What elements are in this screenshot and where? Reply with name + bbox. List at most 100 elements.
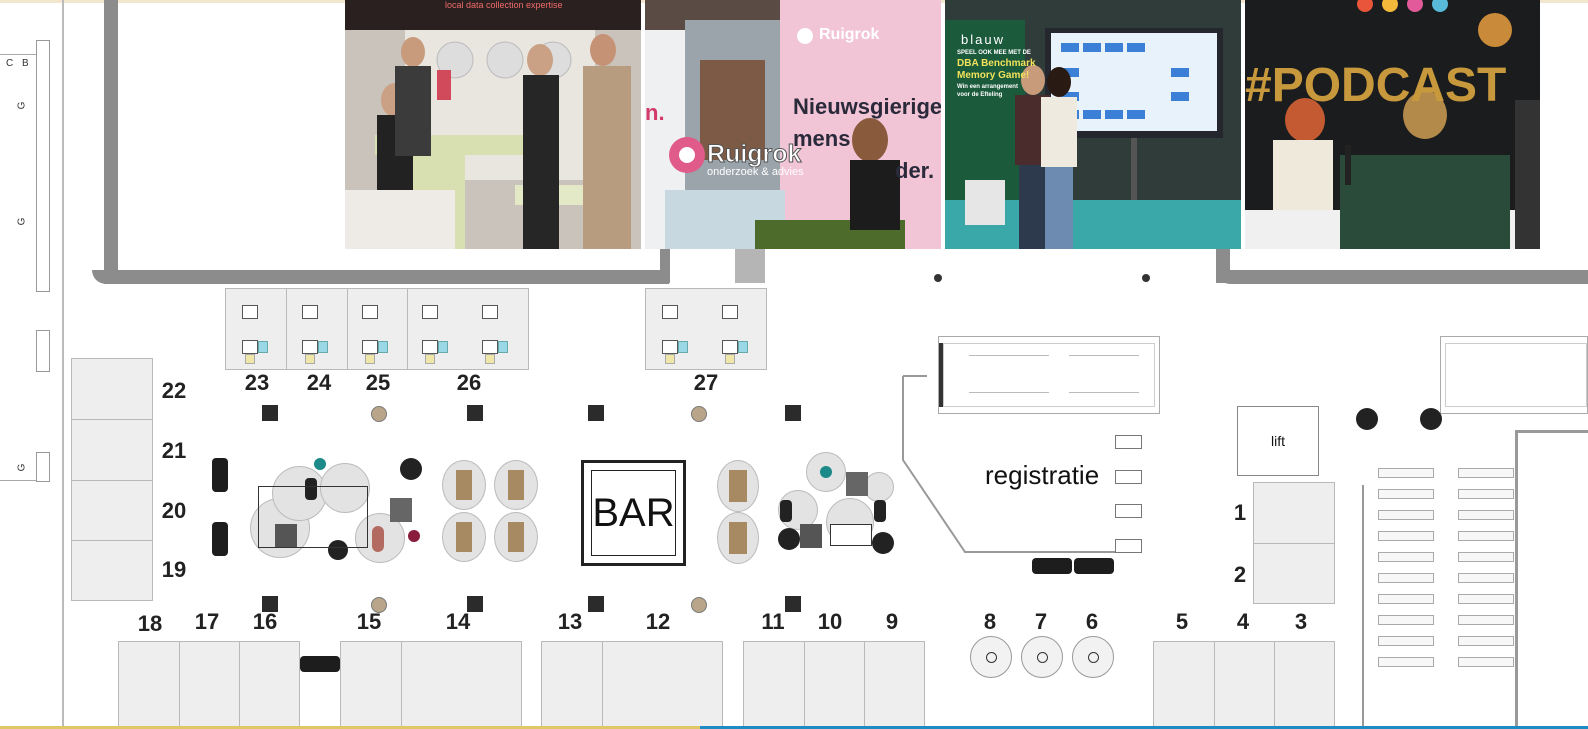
registration-counter: [1115, 470, 1142, 484]
booth-number: 1: [1233, 500, 1247, 525]
booth-block-27: [645, 288, 767, 370]
booth-table: [722, 340, 738, 354]
wall-dot: [934, 274, 942, 282]
seat-row: [1378, 468, 1434, 478]
pillar: [785, 405, 801, 421]
table-number: 7: [1034, 609, 1048, 634]
table-number: 6: [1085, 609, 1099, 634]
booth-table: [662, 340, 678, 354]
seat-row: [1458, 573, 1514, 583]
booth-chair: [725, 354, 735, 364]
booth-block-23-26: [225, 288, 529, 370]
booth-block-9-11: [743, 641, 925, 729]
booth-chair: [485, 354, 495, 364]
seat-row: [1378, 594, 1434, 604]
booth-number: 17: [194, 609, 220, 634]
photo-1-caption: local data collection expertise: [445, 0, 563, 10]
booth-desk: [722, 305, 738, 319]
booth-chair: [738, 341, 748, 353]
booth-number: 21: [161, 438, 187, 463]
booth-number: 20: [161, 498, 187, 523]
photo-2-wall-text-1: Nieuwsgierige: [793, 94, 941, 119]
booth-desk: [362, 305, 378, 319]
side-letter: C: [6, 58, 14, 69]
bar-label: BAR: [591, 470, 676, 556]
booth-chair: [438, 341, 448, 353]
booth-number: 4: [1236, 609, 1250, 634]
side-strip: C B G G G: [0, 0, 60, 490]
booth-block-16-18: [118, 641, 300, 729]
lounge-tables-left: [442, 460, 538, 562]
photo-stand-4: #PODCAST: [1245, 0, 1540, 249]
pillar: [262, 405, 278, 421]
wall-right-vertical: [1362, 485, 1364, 729]
booth-chair: [498, 341, 508, 353]
registration-bench: [1074, 558, 1114, 574]
booth-table: [482, 340, 498, 354]
booth-table: [302, 340, 318, 354]
round-pillar: [691, 406, 707, 422]
high-table: [970, 636, 1012, 678]
seat-row: [1458, 552, 1514, 562]
high-table: [1021, 636, 1063, 678]
seat-row: [1458, 594, 1514, 604]
booth-block-14-15: [340, 641, 522, 729]
seat-row: [1458, 468, 1514, 478]
side-letter: G: [16, 101, 28, 110]
booth-block-12-13: [541, 641, 723, 729]
photo-3-game-line-2: DBA Benchmark: [957, 58, 1036, 69]
photo-4-hashtag: #PODCAST: [1245, 59, 1507, 112]
seat-row: [1378, 552, 1434, 562]
photo-stand-2-image: [645, 0, 941, 249]
booth-number: 15: [356, 609, 382, 634]
seat-row: [1458, 510, 1514, 520]
table-number: 8: [983, 609, 997, 634]
photo-stand-2: n. Ruigrok Nieuwsgierige mens der. Ruigr…: [645, 0, 941, 249]
booth-number: 10: [817, 609, 843, 634]
wall-left-vertical: [62, 0, 64, 729]
seat-row: [1378, 573, 1434, 583]
booth-number: 22: [161, 378, 187, 403]
booth-chair: [665, 354, 675, 364]
wall-top-left: [92, 270, 669, 284]
booth-number: 18: [137, 611, 163, 636]
registration-bench: [1032, 558, 1072, 574]
seat-row: [1378, 510, 1434, 520]
photo-2-brand-banner: Ruigrok: [819, 26, 880, 43]
plant: [1420, 408, 1442, 430]
booth-number: 12: [645, 609, 671, 634]
photo-stand-1: local data collection expertise: [345, 0, 641, 249]
bar: BAR: [581, 460, 686, 566]
booth-number: 19: [161, 557, 187, 582]
photo-2-wall-text-2: mens: [793, 126, 851, 151]
round-pillar: [691, 597, 707, 613]
pillar: [467, 405, 483, 421]
seat-row: [1378, 615, 1434, 625]
lounge-area-left: [250, 458, 425, 563]
booth-number: 11: [761, 609, 785, 634]
photo-3-game-line-4: Win een arrangement: [957, 84, 1018, 90]
seat-row: [1378, 489, 1434, 499]
lounge-area-right: [778, 452, 898, 562]
photo-2-wall-text-3: der.: [895, 158, 935, 183]
wall-top-mid: [660, 249, 670, 283]
booth-number: 27: [693, 370, 719, 395]
bench: [212, 522, 228, 556]
lift: lift: [1237, 406, 1319, 476]
registration-counter: [1115, 435, 1142, 449]
registration-counter: [1115, 539, 1142, 553]
photo-3-game-line-3: Memory Game!: [957, 70, 1030, 81]
pillar: [588, 405, 604, 421]
booth-number: 24: [306, 370, 332, 395]
wall-right-room-top: [1515, 430, 1588, 433]
registration-label: registratie: [985, 460, 1100, 490]
seat-row: [1458, 531, 1514, 541]
booth-desk: [242, 305, 258, 319]
booth-desk: [662, 305, 678, 319]
round-pillar: [371, 406, 387, 422]
booth-chair: [365, 354, 375, 364]
bench: [212, 458, 228, 492]
plant: [1356, 408, 1378, 430]
booth-desk: [482, 305, 498, 319]
seat-row: [1378, 636, 1434, 646]
